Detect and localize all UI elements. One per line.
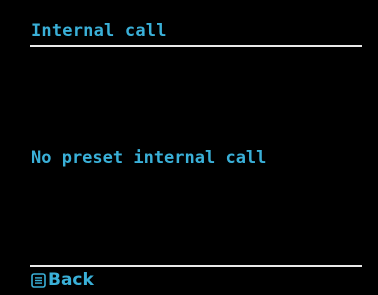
page-title: Internal call — [31, 21, 167, 41]
footer-divider — [30, 265, 362, 267]
back-label: Back — [48, 270, 94, 290]
internal-call-screen: Internal call No preset internal call Ba… — [0, 0, 378, 295]
back-button[interactable]: Back — [31, 270, 94, 290]
empty-state-message: No preset internal call — [31, 148, 267, 168]
header-divider — [30, 45, 362, 47]
menu-list-icon — [31, 272, 46, 288]
